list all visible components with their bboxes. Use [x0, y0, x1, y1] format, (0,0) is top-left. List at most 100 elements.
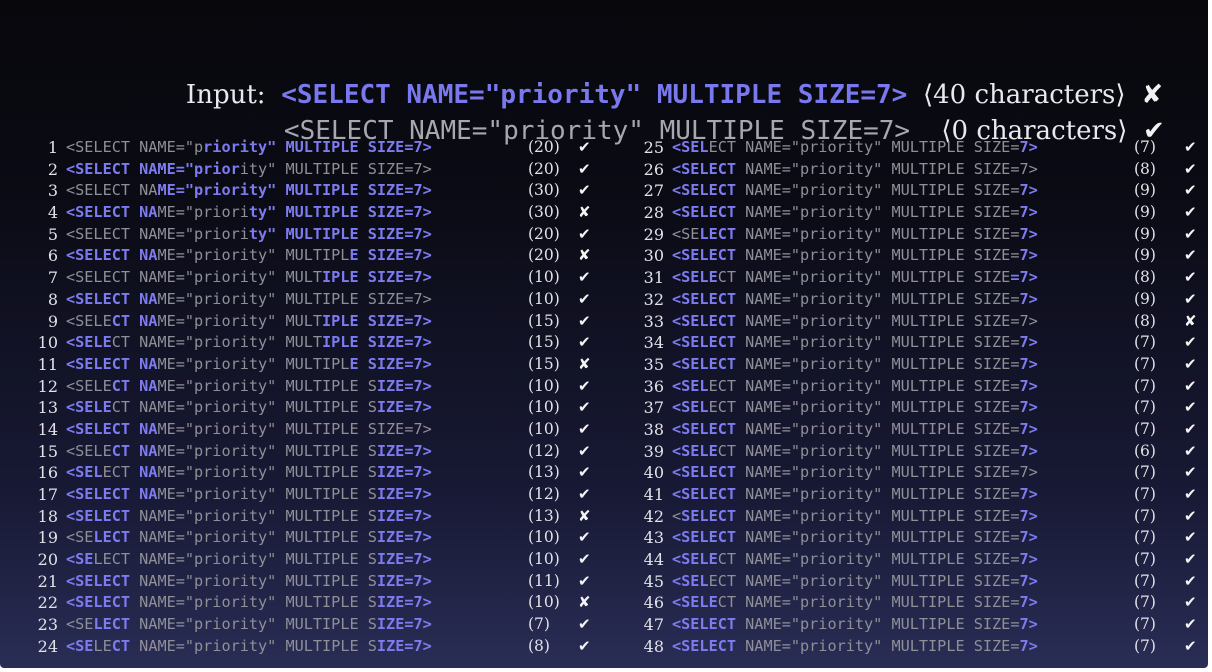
result-row: 12 <SELECT NAME="priority" MULTIPLE SIZE=…	[38, 376, 591, 398]
row-code: <SELECT NAME="priority" MULTIPLE SIZE=7>	[66, 463, 432, 482]
check-icon: ✔	[1184, 246, 1197, 265]
result-row: 13 <SELECT NAME="priority" MULTIPLE SIZE=…	[38, 397, 591, 419]
row-number: 15	[37, 441, 58, 461]
cross-icon: ✘	[578, 593, 591, 612]
row-number: 9	[47, 311, 58, 331]
result-row: 41 <SELECT NAME="priority" MULTIPLE SIZE=…	[644, 484, 1197, 506]
check-icon: ✔	[578, 441, 591, 460]
check-icon: ✔	[1184, 181, 1197, 200]
row-number: 19	[37, 528, 58, 548]
row-count: (12)	[528, 441, 560, 460]
row-code: <SELECT NAME="priority" MULTIPLE SIZE=7>	[66, 615, 432, 634]
row-count: (7)	[1134, 333, 1156, 352]
check-icon: ✔	[578, 224, 591, 243]
row-count: (20)	[528, 224, 560, 243]
row-code: <SELECT NAME="priority" MULTIPLE SIZE=7>	[672, 593, 1038, 612]
row-count: (7)	[1134, 419, 1156, 438]
row-count: (9)	[1134, 203, 1156, 222]
row-number: 23	[37, 615, 58, 635]
result-row: 37 <SELECT NAME="priority" MULTIPLE SIZE=…	[644, 397, 1197, 419]
row-code: <SELECT NAME="priority" MULTIPLE SIZE=7>	[66, 181, 432, 200]
row-count: (10)	[528, 528, 560, 547]
check-icon: ✔	[578, 528, 591, 547]
cross-icon: ✘	[578, 354, 591, 373]
result-row: 45 <SELECT NAME="priority" MULTIPLE SIZE=…	[644, 571, 1197, 593]
row-count: (10)	[528, 593, 560, 612]
row-count: (13)	[528, 463, 560, 482]
row-code: <SELECT NAME="priority" MULTIPLE SIZE=7>	[66, 376, 432, 395]
check-icon: ✔	[578, 463, 591, 482]
row-number: 27	[643, 181, 664, 201]
cross-icon: ✘	[578, 506, 591, 525]
row-number: 36	[643, 376, 664, 396]
row-number: 30	[643, 246, 664, 266]
row-count: (7)	[1134, 550, 1156, 569]
row-count: (7)	[1134, 615, 1156, 634]
row-count: (8)	[1134, 159, 1156, 178]
check-icon: ✔	[1184, 506, 1197, 525]
row-code: <SELECT NAME="priority" MULTIPLE SIZE=7>	[672, 441, 1038, 460]
row-number: 20	[37, 550, 58, 570]
check-icon: ✔	[578, 289, 591, 308]
results-column-left: 1 <SELECT NAME="priority" MULTIPLE SIZE=7…	[38, 137, 591, 658]
row-code: <SELECT NAME="priority" MULTIPLE SIZE=7>	[66, 419, 432, 438]
row-number: 1	[47, 138, 58, 157]
row-count: (7)	[1134, 354, 1156, 373]
row-count: (8)	[528, 636, 550, 655]
check-icon: ✔	[578, 181, 591, 200]
row-code: <SELECT NAME="priority" MULTIPLE SIZE=7>	[672, 268, 1038, 287]
check-icon: ✔	[578, 138, 591, 156]
check-icon: ✔	[1184, 268, 1197, 287]
row-code: <SELECT NAME="priority" MULTIPLE SIZE=7>	[66, 138, 432, 156]
row-code: <SELECT NAME="priority" MULTIPLE SIZE=7>	[66, 268, 432, 287]
row-code: <SELECT NAME="priority" MULTIPLE SIZE=7>	[672, 615, 1038, 634]
row-number: 35	[643, 354, 664, 374]
row-count: (20)	[528, 246, 560, 265]
row-number: 45	[643, 571, 664, 591]
row-code: <SELECT NAME="priority" MULTIPLE SIZE=7>	[66, 311, 432, 330]
row-number: 5	[47, 224, 58, 244]
row-code: <SELECT NAME="priority" MULTIPLE SIZE=7>	[66, 246, 432, 265]
result-row: 9 <SELECT NAME="priority" MULTIPLE SIZE=7…	[48, 311, 591, 333]
row-number: 41	[643, 485, 664, 504]
row-count: (7)	[1134, 528, 1156, 547]
result-row: 29 <SELECT NAME="priority" MULTIPLE SIZE=…	[644, 224, 1197, 246]
check-icon: ✔	[578, 333, 591, 352]
row-count: (7)	[1134, 138, 1156, 156]
row-code: <SELECT NAME="priority" MULTIPLE SIZE=7>	[672, 636, 1038, 655]
result-row: 21 <SELECT NAME="priority" MULTIPLE SIZE=…	[38, 571, 591, 593]
row-code: <SELECT NAME="priority" MULTIPLE SIZE=7>	[66, 528, 432, 547]
row-count: (20)	[528, 159, 560, 178]
row-code: <SELECT NAME="priority" MULTIPLE SIZE=7>	[672, 311, 1038, 330]
row-code: <SELECT NAME="priority" MULTIPLE SIZE=7>	[672, 159, 1038, 178]
row-code: <SELECT NAME="priority" MULTIPLE SIZE=7>	[672, 550, 1038, 569]
result-row: 22 <SELECT NAME="priority" MULTIPLE SIZE=…	[38, 592, 591, 614]
check-icon: ✔	[578, 311, 591, 330]
result-row: 5 <SELECT NAME="priority" MULTIPLE SIZE=7…	[48, 224, 591, 246]
row-code: <SELECT NAME="priority" MULTIPLE SIZE=7>	[672, 528, 1038, 547]
row-code: <SELECT NAME="priority" MULTIPLE SIZE=7>	[672, 224, 1038, 243]
check-icon: ✔	[1184, 419, 1197, 438]
check-icon: ✔	[1184, 485, 1197, 503]
row-number: 46	[643, 593, 664, 613]
check-icon: ✔	[1184, 571, 1197, 590]
row-count: (30)	[528, 203, 560, 222]
row-code: <SELECT NAME="priority" MULTIPLE SIZE=7>	[672, 376, 1038, 395]
check-icon: ✔	[578, 485, 591, 503]
row-code: <SELECT NAME="priority" MULTIPLE SIZE=7>	[66, 506, 432, 525]
row-code: <SELECT NAME="priority" MULTIPLE SIZE=7>	[66, 593, 432, 612]
result-row: 3 <SELECT NAME="priority" MULTIPLE SIZE=7…	[48, 180, 591, 202]
check-icon: ✔	[1184, 333, 1197, 352]
row-number: 40	[643, 463, 664, 483]
row-count: (10)	[528, 268, 560, 287]
result-row: 39 <SELECT NAME="priority" MULTIPLE SIZE=…	[644, 441, 1197, 463]
result-row: 6 <SELECT NAME="priority" MULTIPLE SIZE=7…	[48, 245, 591, 267]
row-count: (7)	[1134, 376, 1156, 395]
result-row: 31 <SELECT NAME="priority" MULTIPLE SIZE=…	[644, 267, 1197, 289]
check-icon: ✔	[1184, 376, 1197, 395]
row-code: <SELECT NAME="priority" MULTIPLE SIZE=7>	[672, 289, 1038, 308]
row-count: (7)	[1134, 463, 1156, 482]
result-row: 47 <SELECT NAME="priority" MULTIPLE SIZE=…	[644, 614, 1197, 636]
row-code: <SELECT NAME="priority" MULTIPLE SIZE=7>	[66, 354, 432, 373]
row-code: <SELECT NAME="priority" MULTIPLE SIZE=7>	[66, 441, 432, 460]
